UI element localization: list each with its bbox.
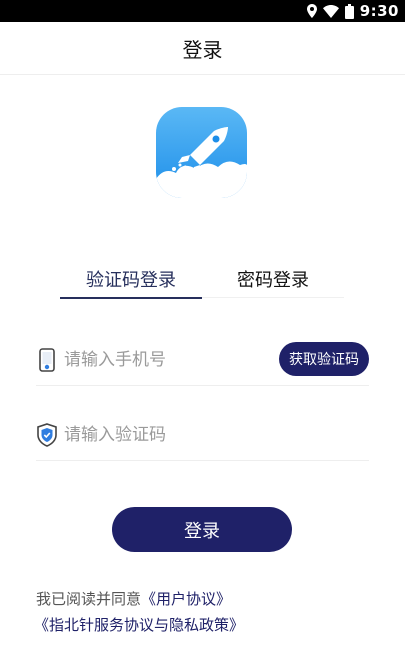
code-input[interactable] (64, 418, 354, 452)
shield-icon (36, 423, 58, 447)
login-button[interactable]: 登录 (112, 507, 292, 552)
code-row (36, 410, 369, 461)
phone-input[interactable] (64, 343, 274, 377)
agreement-prefix: 我已阅读并同意 (36, 590, 142, 608)
wifi-icon (322, 4, 339, 18)
app-logo (156, 107, 247, 198)
login-tabs: 验证码登录 密码登录 (0, 262, 405, 299)
status-bar: 9:30 (0, 0, 405, 22)
phone-icon (36, 348, 58, 372)
get-code-button[interactable]: 获取验证码 (279, 342, 369, 376)
user-agreement-link[interactable]: 《用户协议》 (141, 590, 231, 608)
tab-divider (202, 297, 344, 298)
status-icons: 9:30 (306, 0, 399, 22)
rocket-icon (156, 107, 247, 198)
active-tab-indicator (60, 297, 202, 299)
tab-password-login[interactable]: 密码登录 (202, 262, 344, 296)
status-time: 9:30 (359, 2, 399, 20)
page-title: 登录 (182, 37, 223, 62)
location-icon (306, 4, 317, 18)
agreement-text: 我已阅读并同意《用户协议》 《指北针服务协议与隐私政策》 (34, 586, 376, 638)
privacy-policy-link[interactable]: 《指北针服务协议与隐私政策》 (34, 612, 376, 638)
title-bar: 登录 (0, 22, 405, 75)
tab-sms-login[interactable]: 验证码登录 (60, 262, 202, 296)
battery-icon (344, 3, 354, 19)
phone-row: 获取验证码 (36, 335, 369, 386)
